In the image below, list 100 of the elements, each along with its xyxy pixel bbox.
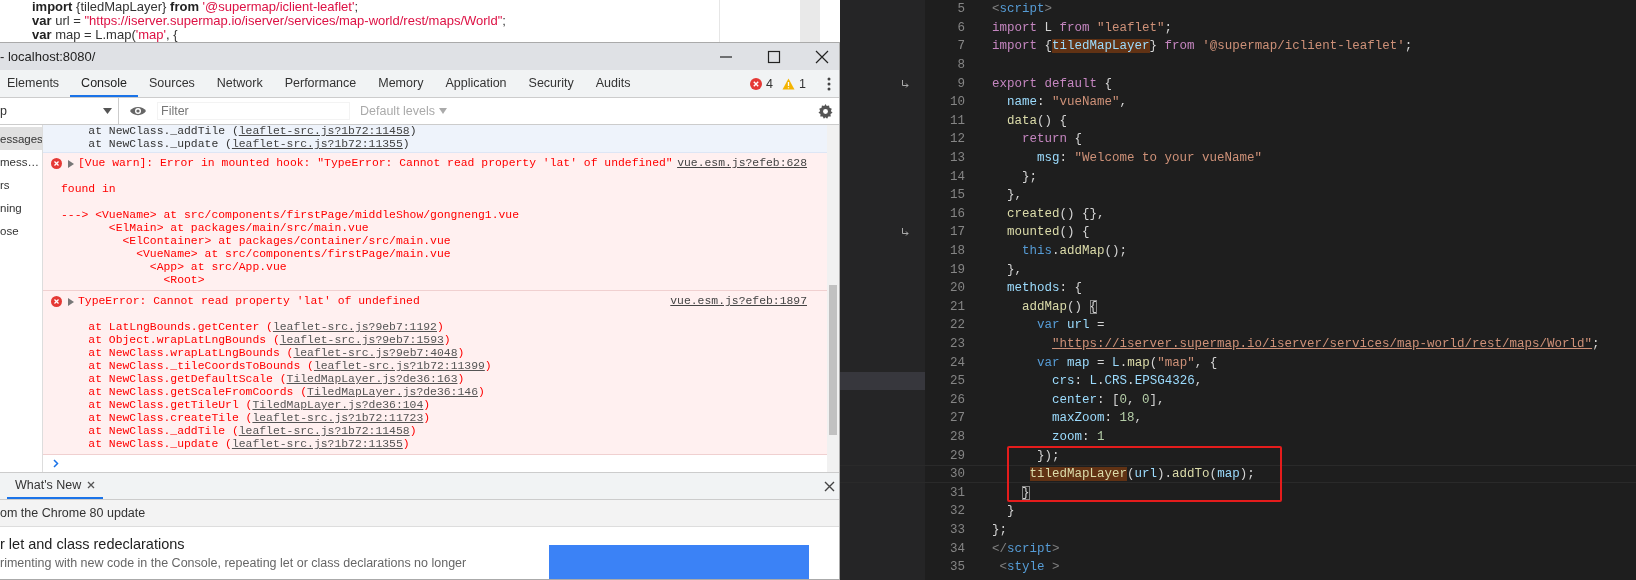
page-code-text: {tiledMapLayer} <box>76 0 167 14</box>
page-code-text: var <box>32 13 52 28</box>
source-link[interactable]: leaflet-src.js?1b72:11399 <box>313 360 485 372</box>
close-icon[interactable] <box>815 49 829 64</box>
code-text: ( <box>1127 467 1135 482</box>
code-text: ). <box>1157 467 1173 482</box>
prompt-chevron-icon <box>53 458 59 468</box>
code-string: "Welcome to your vueName" <box>1074 151 1263 166</box>
line-number: 19 <box>949 262 965 277</box>
code-text: ; <box>1404 39 1413 54</box>
error-count: 4 <box>766 76 774 91</box>
more-menu-icon[interactable] <box>827 76 831 91</box>
sidebar-item[interactable]: ose <box>0 219 42 242</box>
stack-trace-text: ) <box>436 321 444 333</box>
source-link[interactable]: TiledMapLayer.js?de36:146 <box>307 386 478 398</box>
settings-icon[interactable] <box>818 103 833 119</box>
code-text: . <box>1097 374 1105 389</box>
panel-tab[interactable]: Network <box>205 70 274 97</box>
code-identifier: name <box>1007 95 1038 110</box>
code-tag: script <box>999 2 1045 17</box>
panel-tab[interactable]: Application <box>434 70 518 97</box>
panel-tab[interactable]: Console <box>70 70 138 97</box>
sidebar-item[interactable]: essages <box>0 127 42 150</box>
code-text: ); <box>1239 467 1255 482</box>
code-text: : <box>1059 151 1068 166</box>
code-text: , <box>1119 95 1128 110</box>
code-string: "map" <box>1157 355 1195 370</box>
source-link[interactable]: leaflet-src.js?1b72:11355 <box>231 138 403 150</box>
page-code-text: ; <box>354 0 359 14</box>
page-code-text: import <box>32 0 73 14</box>
code-text: : <box>1074 374 1083 389</box>
code-text: L <box>1044 20 1053 35</box>
code-number: 0 <box>1119 392 1128 407</box>
line-number: 29 <box>949 448 965 463</box>
stack-trace-text: ) <box>423 399 431 411</box>
source-link[interactable]: leaflet-src.js?9eb7:1192 <box>272 321 437 333</box>
code-text: ; <box>1592 337 1600 351</box>
drawer-subtitle: om the Chrome 80 update <box>0 506 146 520</box>
code-number: 0 <box>1142 392 1150 407</box>
scrollbar[interactable] <box>800 0 820 42</box>
code-text: }; <box>992 522 1007 537</box>
code-keyword: var <box>1037 355 1060 370</box>
source-link[interactable]: leaflet-src.js?9eb7:1593 <box>279 334 444 346</box>
line-number: 32 <box>949 504 965 519</box>
sidebar-item[interactable]: mess… <box>0 150 42 173</box>
panel-tab[interactable]: Audits <box>584 70 642 97</box>
scrollbar[interactable] <box>827 125 839 472</box>
line-number: 23 <box>949 337 965 351</box>
stack-trace-text: at LatLngBounds.getCenter ( <box>87 321 273 333</box>
code-identifier: map <box>1067 355 1090 370</box>
code-identifier: center <box>1052 392 1098 407</box>
panel-tab[interactable]: Elements <box>0 70 71 97</box>
context-dropdown[interactable]: p <box>0 98 119 124</box>
source-link[interactable]: TiledMapLayer.js?de36:104 <box>252 399 424 411</box>
panel-tab[interactable]: Sources <box>138 70 206 97</box>
panel-tab[interactable]: Security <box>517 70 585 97</box>
code-text: , <box>1127 392 1135 407</box>
maximize-icon[interactable] <box>767 49 781 64</box>
line-number: 12 <box>949 132 965 147</box>
error-icon <box>51 296 62 307</box>
panel-tab[interactable]: Performance <box>273 70 368 97</box>
code-text: : [ <box>1097 392 1120 407</box>
filter-field[interactable]: Filter <box>157 102 350 120</box>
code-text: : <box>1104 411 1113 426</box>
code-keyword: export <box>992 76 1037 91</box>
stack-trace-text: ) <box>409 425 417 437</box>
eye-icon[interactable] <box>129 105 147 117</box>
code-text: { <box>1044 39 1053 54</box>
panel-tab[interactable]: Memory <box>367 70 435 97</box>
source-link[interactable]: leaflet-src.js?1b72:11355 <box>231 438 403 450</box>
code-text: { <box>1089 299 1098 314</box>
source-link[interactable]: leaflet-src.js?1b72:11458 <box>238 125 410 137</box>
code-tag: style <box>1007 560 1045 575</box>
code-string: '@supermap/iclient-leaflet' <box>1202 39 1405 54</box>
stack-trace-text: ) <box>457 347 465 359</box>
sidebar-item[interactable]: rs <box>0 173 42 196</box>
expand-triangle-icon[interactable] <box>68 159 74 168</box>
sidebar-item[interactable]: ning <box>0 196 42 219</box>
close-icon[interactable] <box>87 481 96 489</box>
code-text: () { <box>1059 225 1090 240</box>
source-link[interactable]: TiledMapLayer.js?de36:163 <box>286 373 458 385</box>
stack-trace-text: at NewClass._addTile ( <box>87 125 239 137</box>
source-link[interactable]: vue.esm.js?efeb:628 <box>677 157 807 170</box>
stack-trace-text: at NewClass.getTileUrl ( <box>87 399 253 411</box>
source-link[interactable]: leaflet-src.js?1b72:11723 <box>252 412 424 424</box>
code-function: data <box>1007 113 1038 128</box>
line-number: 17 <box>949 225 965 240</box>
source-link[interactable]: vue.esm.js?efeb:1897 <box>670 295 807 308</box>
stack-trace-text: at NewClass._update ( <box>87 438 232 450</box>
code-keyword: var <box>1037 318 1060 333</box>
close-icon[interactable] <box>824 480 835 492</box>
code-text: ], <box>1149 392 1165 407</box>
source-link[interactable]: leaflet-src.js?9eb7:4048 <box>293 347 458 359</box>
console-message-text: TypeError: Cannot read property 'lat' of undefined <box>78 295 420 308</box>
code-text: } <box>1149 39 1158 54</box>
expand-triangle-icon[interactable] <box>68 297 74 306</box>
line-number: 35 <box>949 560 965 575</box>
code-text: , <box>1134 411 1143 426</box>
source-link[interactable]: leaflet-src.js?1b72:11458 <box>238 425 410 437</box>
code-text: , { <box>1194 355 1218 370</box>
